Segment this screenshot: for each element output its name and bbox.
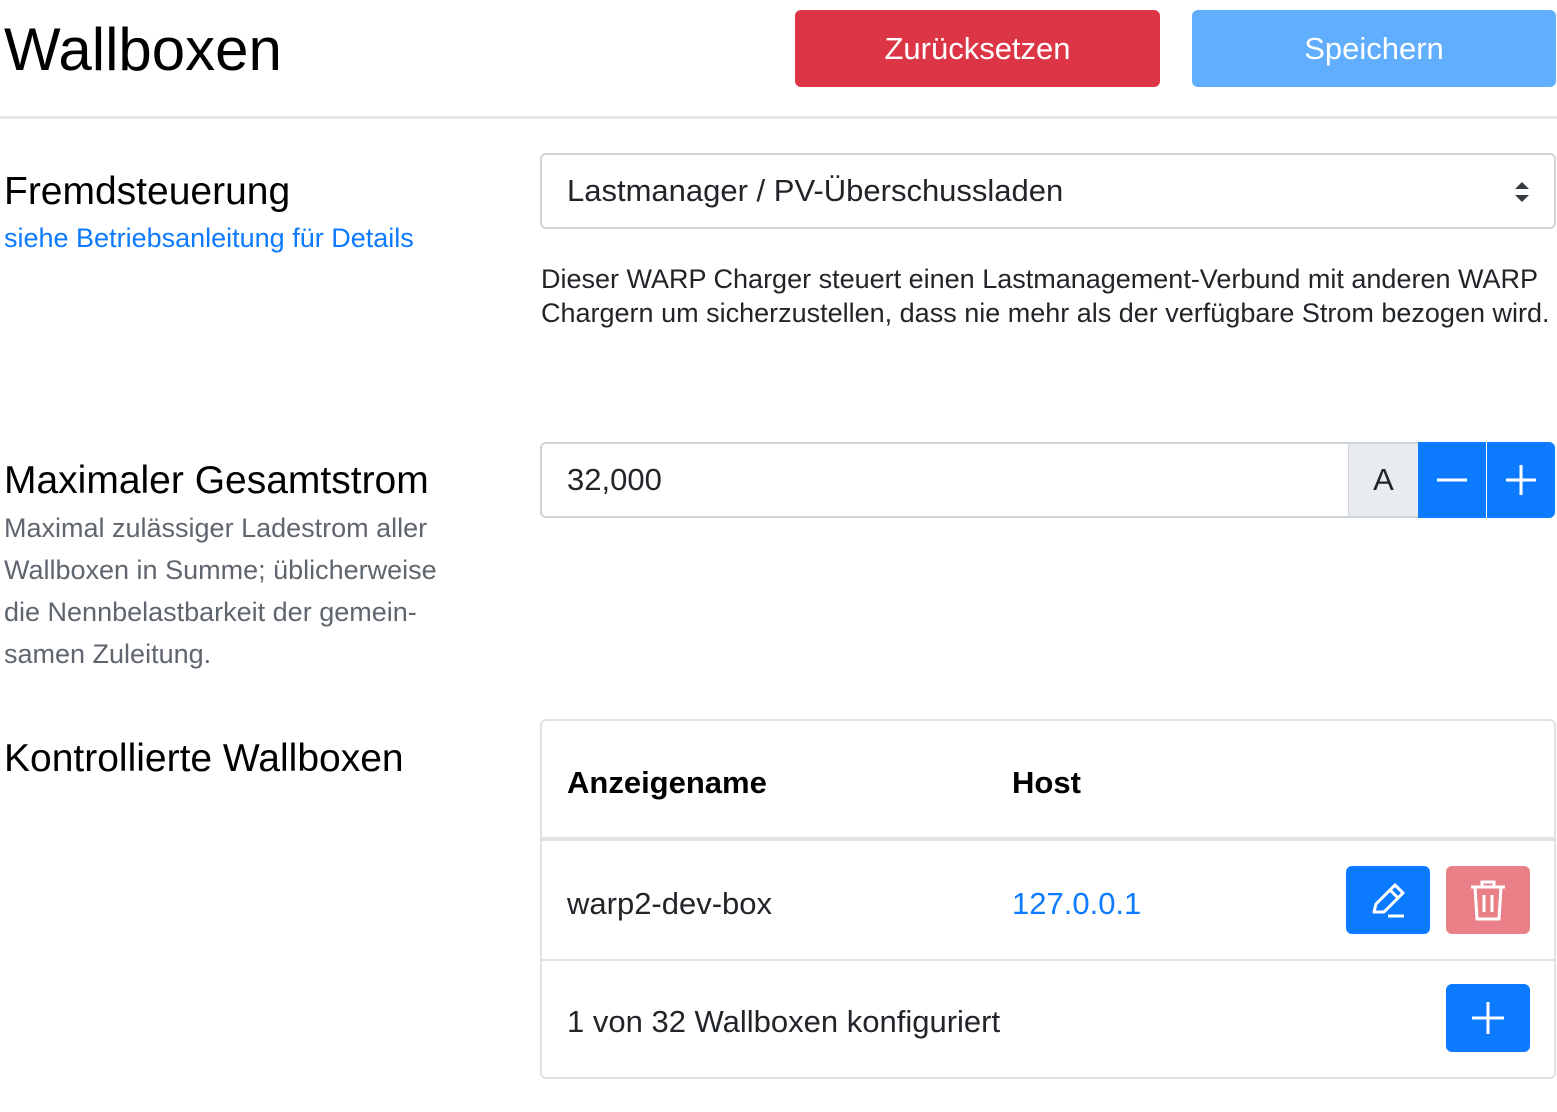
wallbox-table: Anzeigename Host warp2-dev-box 127.0.0.1… bbox=[540, 719, 1556, 1079]
page-header: Wallboxen Zurücksetzen Speichern bbox=[0, 0, 1557, 119]
column-header-host: Host bbox=[1012, 765, 1081, 800]
fremdsteuerung-select[interactable]: Lastmanager / PV-Überschussladen bbox=[540, 153, 1556, 229]
save-button[interactable]: Speichern bbox=[1192, 10, 1556, 87]
minus-icon bbox=[1437, 478, 1467, 482]
fremdsteuerung-label: Fremdsteuerung bbox=[4, 170, 291, 213]
controlled-wallboxes-label: Kontrollierte Wallboxen bbox=[4, 737, 404, 780]
fremdsteuerung-description: Dieser WARP Charger steuert einen Lastma… bbox=[541, 264, 1550, 328]
plus-icon bbox=[1472, 1002, 1504, 1034]
header-divider bbox=[542, 837, 1554, 841]
add-wallbox-button[interactable] bbox=[1446, 984, 1530, 1052]
max-current-input[interactable] bbox=[540, 442, 1349, 518]
select-arrows-icon bbox=[1515, 182, 1529, 202]
unit-label: A bbox=[1348, 442, 1418, 518]
wallbox-name: warp2-dev-box bbox=[567, 886, 773, 921]
max-current-help: Maximal zulässiger Ladestrom aller Wallb… bbox=[4, 513, 437, 669]
max-current-stepper: A bbox=[540, 442, 1556, 518]
wallbox-host-link[interactable]: 127.0.0.1 bbox=[1012, 882, 1141, 926]
select-value: Lastmanager / PV-Überschussladen bbox=[567, 173, 1064, 208]
configured-count: 1 von 32 Wallboxen konfiguriert bbox=[567, 1004, 1001, 1039]
reset-button[interactable]: Zurücksetzen bbox=[795, 10, 1160, 87]
row-divider bbox=[542, 959, 1554, 961]
plus-icon bbox=[1506, 465, 1536, 495]
trash-icon bbox=[1471, 880, 1505, 921]
manual-link[interactable]: siehe Betriebsanleitung für Details bbox=[4, 220, 414, 256]
page-title: Wallboxen bbox=[4, 16, 282, 83]
pencil-icon bbox=[1372, 883, 1405, 918]
increment-button[interactable] bbox=[1487, 442, 1555, 518]
max-current-label: Maximaler Gesamtstrom bbox=[4, 459, 429, 502]
delete-button[interactable] bbox=[1446, 866, 1530, 934]
column-header-name: Anzeigename bbox=[567, 765, 767, 800]
edit-button[interactable] bbox=[1346, 866, 1430, 934]
decrement-button[interactable] bbox=[1418, 442, 1486, 518]
